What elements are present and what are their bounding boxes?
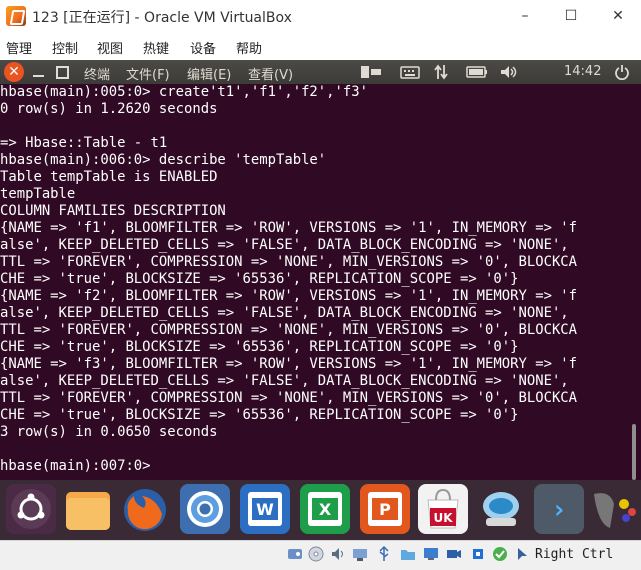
guest-menu-terminal[interactable]: 终端: [84, 64, 110, 83]
virtualbox-app-icon: [6, 6, 26, 26]
impress-label: P: [379, 500, 391, 519]
close-button[interactable]: ✕: [595, 0, 641, 32]
terminal-line: 3 row(s) in 0.0650 seconds: [0, 424, 218, 440]
menu-help[interactable]: 帮助: [236, 38, 262, 57]
terminal-line: Table tempTable is ENABLED: [0, 169, 218, 185]
menu-view[interactable]: 视图: [97, 38, 123, 57]
power-icon[interactable]: [614, 64, 630, 80]
usb-icon[interactable]: [376, 546, 392, 562]
writer-label: W: [256, 500, 274, 519]
remote-desktop-icon[interactable]: [476, 484, 526, 534]
host-menubar: 管理 控制 视图 热键 设备 帮助: [0, 32, 641, 60]
maximize-button[interactable]: ☐: [548, 0, 594, 32]
terminal-icon[interactable]: ›: [534, 484, 584, 534]
window-title: 123 [正在运行] - Oracle VM VirtualBox: [32, 10, 292, 26]
terminal-line: alse', KEEP_DELETED_CELLS => 'FALSE', DA…: [0, 305, 569, 321]
terminal-line: TTL => 'FOREVER', COMPRESSION => 'NONE',…: [0, 254, 578, 270]
menu-devices[interactable]: 设备: [190, 38, 216, 57]
minimize-button[interactable]: –: [502, 0, 548, 32]
terminal-prompt: hbase(main):007:0>: [0, 458, 159, 474]
terminal-maximize-button[interactable]: [56, 66, 69, 79]
host-key-label: Right Ctrl: [535, 547, 614, 562]
terminal-window[interactable]: hbase(main):005:0> create't1','f1','f2',…: [0, 84, 641, 480]
terminal-line: TTL => 'FOREVER', COMPRESSION => 'NONE',…: [0, 322, 578, 338]
terminal-scrollbar[interactable]: [632, 424, 636, 480]
guest-menu-file[interactable]: 文件(F): [126, 64, 170, 83]
terminal-line: CHE => 'true', BLOCKSIZE => '65536', REP…: [0, 339, 519, 355]
terminal-label: ›: [551, 495, 567, 525]
video-capture-icon[interactable]: [446, 546, 462, 562]
shared-folders-icon[interactable]: [400, 546, 416, 562]
impress-icon[interactable]: P: [360, 484, 410, 534]
window-titlebar: 123 [正在运行] - Oracle VM VirtualBox – ☐ ✕: [0, 0, 641, 32]
storage-icon[interactable]: [287, 546, 303, 562]
writer-icon[interactable]: W: [240, 484, 290, 534]
calc-icon[interactable]: X: [300, 484, 350, 534]
volume-icon[interactable]: [500, 65, 518, 79]
terminal-line: {NAME => 'f1', BLOOMFILTER => 'ROW', VER…: [0, 220, 578, 236]
menu-hotkey[interactable]: 热键: [143, 38, 169, 57]
guest-menu-view[interactable]: 查看(V): [248, 64, 293, 83]
cpu-icon[interactable]: [470, 546, 486, 562]
software-center-icon[interactable]: UK: [418, 484, 468, 534]
guest-additions-icon[interactable]: [492, 546, 508, 562]
clock[interactable]: 14:42: [564, 64, 601, 79]
ubuntu-dash-icon[interactable]: [6, 484, 56, 534]
guest-display[interactable]: ✕ 终端 文件(F) 编辑(E) 查看(V) 14:42 hbase(main)…: [0, 60, 641, 480]
terminal-launcher-icon[interactable]: [360, 65, 382, 79]
terminal-line: TTL => 'FOREVER', COMPRESSION => 'NONE',…: [0, 390, 578, 406]
calc-label: X: [319, 500, 332, 519]
software-label: UK: [433, 511, 453, 525]
guest-top-panel: ✕ 终端 文件(F) 编辑(E) 查看(V) 14:42: [0, 60, 641, 84]
mouse-integration-icon[interactable]: [514, 546, 530, 562]
network-icon[interactable]: [434, 64, 448, 80]
network-adapter-icon[interactable]: [352, 546, 368, 562]
menu-manage[interactable]: 管理: [6, 38, 32, 57]
vbox-statusbar: Right Ctrl: [0, 540, 641, 570]
chromium-icon[interactable]: [180, 484, 230, 534]
terminal-line: {NAME => 'f2', BLOOMFILTER => 'ROW', VER…: [0, 288, 578, 304]
launcher-dock: W X P UK ›: [0, 480, 641, 540]
optical-drive-icon[interactable]: [308, 546, 324, 562]
terminal-line: alse', KEEP_DELETED_CELLS => 'FALSE', DA…: [0, 237, 569, 253]
terminal-line: {NAME => 'f3', BLOOMFILTER => 'ROW', VER…: [0, 356, 578, 372]
audio-icon[interactable]: [330, 546, 346, 562]
display-icon[interactable]: [423, 546, 439, 562]
files-icon[interactable]: [63, 484, 113, 534]
keyboard-icon[interactable]: [400, 65, 420, 79]
terminal-line: CHE => 'true', BLOCKSIZE => '65536', REP…: [0, 271, 519, 287]
terminal-line: COLUMN FAMILIES DESCRIPTION: [0, 203, 226, 219]
terminal-line: => Hbase::Table - t1: [0, 135, 168, 151]
menu-control[interactable]: 控制: [52, 38, 78, 57]
terminal-close-button[interactable]: ✕: [4, 62, 24, 82]
firefox-icon[interactable]: [120, 484, 170, 534]
more-apps-icon[interactable]: [588, 484, 638, 534]
terminal-line: hbase(main):005:0> create't1','f1','f2',…: [0, 84, 368, 100]
terminal-line: alse', KEEP_DELETED_CELLS => 'FALSE', DA…: [0, 373, 569, 389]
battery-icon[interactable]: [466, 66, 488, 78]
terminal-output: hbase(main):005:0> create't1','f1','f2',…: [0, 84, 641, 475]
terminal-line: 0 row(s) in 1.2620 seconds: [0, 101, 218, 117]
terminal-line: CHE => 'true', BLOCKSIZE => '65536', REP…: [0, 407, 519, 423]
terminal-line: tempTable: [0, 186, 76, 202]
terminal-minimize-button[interactable]: [33, 75, 44, 77]
guest-menu-edit[interactable]: 编辑(E): [187, 64, 231, 83]
terminal-line: hbase(main):006:0> describe 'tempTable': [0, 152, 327, 168]
